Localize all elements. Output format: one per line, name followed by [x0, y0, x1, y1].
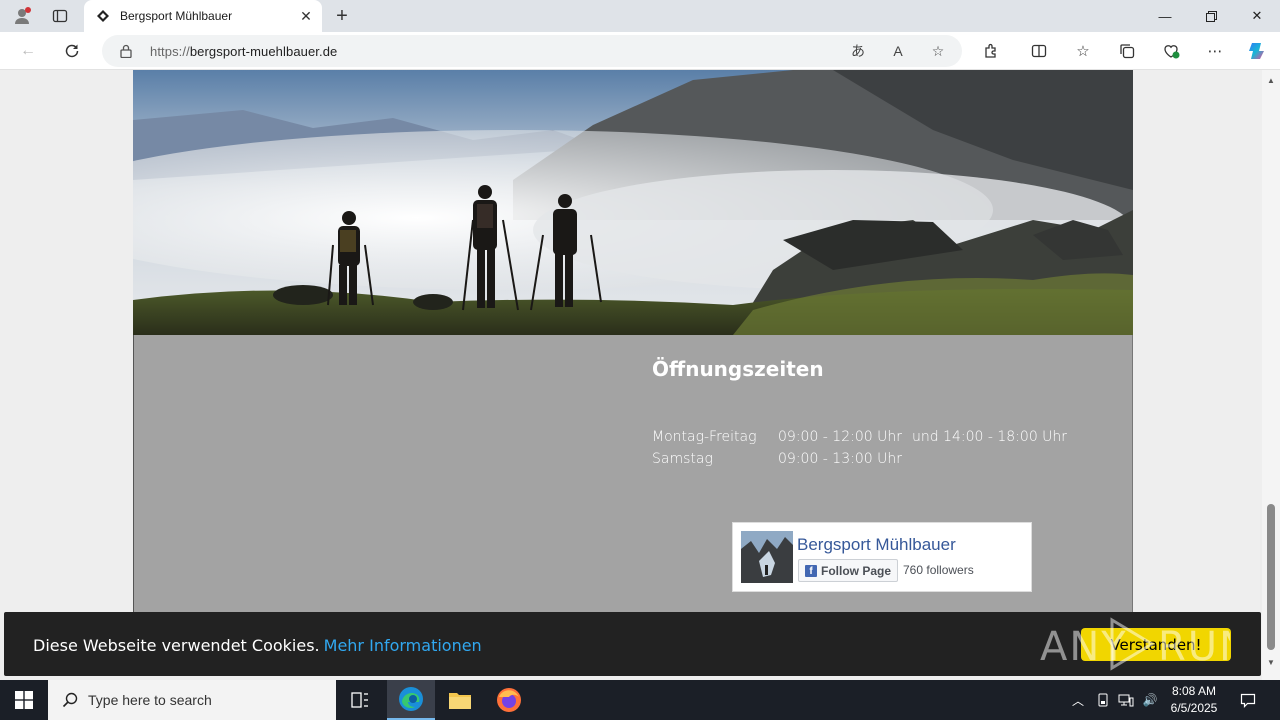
more-menu-icon[interactable]: ⋯: [1202, 38, 1228, 64]
volume-icon[interactable]: 🔊: [1140, 690, 1160, 710]
more-info-link[interactable]: Mehr Informationen: [324, 636, 482, 655]
taskbar-search-box[interactable]: Type here to search: [48, 680, 336, 720]
follower-count: 760 followers: [903, 563, 974, 577]
url-text: https://bergsport-muehlbauer.de: [150, 43, 338, 59]
firefox-icon[interactable]: [485, 680, 533, 720]
extensions-icon[interactable]: [978, 38, 1004, 64]
hours-day: Montag-Freitag: [652, 429, 757, 445]
tab-bar: Bergsport Mühlbauer ✕ + — ✕: [0, 0, 1280, 32]
windows-logo-icon: [15, 691, 33, 709]
close-window-icon[interactable]: ✕: [1234, 0, 1280, 32]
nav-bar: ← https://bergsport-muehlbauer.de あ A ☆ …: [0, 32, 1280, 70]
file-explorer-icon[interactable]: [436, 680, 484, 720]
facebook-page-thumbnail[interactable]: [741, 531, 793, 583]
restore-icon[interactable]: [1188, 0, 1234, 32]
cookie-message: Diese Webseite verwendet Cookies. Mehr In…: [33, 636, 482, 655]
accept-cookies-button[interactable]: Verstanden!: [1081, 628, 1231, 661]
windows-taskbar: Type here to search ︿ 🔊 8:08 AM 6/5/2025: [0, 680, 1280, 720]
hours-day: Samstag: [652, 451, 713, 467]
minimize-icon[interactable]: —: [1142, 0, 1188, 32]
back-icon[interactable]: ←: [14, 38, 42, 64]
start-button[interactable]: [0, 680, 48, 720]
search-icon: [60, 692, 80, 708]
facebook-page-widget: Bergsport Mühlbauer f Follow Page 760 fo…: [732, 522, 1032, 592]
device-icon[interactable]: [1093, 690, 1113, 710]
edge-taskbar-icon[interactable]: [387, 680, 435, 720]
hours-extra: und 14:00 - 18:00 Uhr: [912, 429, 1068, 445]
split-screen-icon[interactable]: [1026, 38, 1052, 64]
tab-title: Bergsport Mühlbauer: [120, 9, 233, 23]
read-aloud-icon[interactable]: A: [886, 39, 910, 63]
address-bar[interactable]: https://bergsport-muehlbauer.de あ A ☆: [102, 35, 962, 67]
task-view-icon[interactable]: [336, 680, 384, 720]
copilot-icon[interactable]: [1244, 38, 1270, 64]
follow-page-label: Follow Page: [821, 563, 892, 578]
active-tab[interactable]: Bergsport Mühlbauer ✕: [84, 0, 322, 32]
translate-icon[interactable]: あ: [846, 39, 870, 63]
network-icon[interactable]: [1116, 690, 1136, 710]
opening-hours-title: Öffnungszeiten: [652, 357, 824, 381]
tab-actions-icon[interactable]: [48, 4, 72, 28]
profile-icon[interactable]: [10, 4, 34, 28]
search-placeholder: Type here to search: [88, 692, 212, 708]
clock-time: 8:08 AM: [1171, 684, 1217, 698]
facebook-icon: f: [805, 564, 817, 577]
close-tab-icon[interactable]: ✕: [294, 4, 318, 28]
cookie-text: Diese Webseite verwendet Cookies.: [33, 636, 320, 655]
hero-image: [133, 70, 1133, 335]
taskbar-clock[interactable]: 8:08 AM 6/5/2025: [1162, 683, 1226, 717]
page-viewport: Öffnungszeiten Montag-Freitag 09:00 - 12…: [0, 70, 1262, 680]
lock-icon[interactable]: [118, 44, 134, 58]
notifications-icon[interactable]: [1238, 690, 1258, 710]
clock-date: 6/5/2025: [1170, 701, 1218, 715]
scroll-down-arrow-icon[interactable]: ▼: [1266, 658, 1276, 667]
content-section: Öffnungszeiten Montag-Freitag 09:00 - 12…: [133, 335, 1133, 615]
scroll-thumb[interactable]: [1267, 504, 1275, 650]
favorite-star-icon[interactable]: ☆: [926, 39, 950, 63]
refresh-icon[interactable]: [58, 38, 86, 64]
hours-row-saturday: Samstag 09:00 - 13:00 Uhr: [652, 451, 912, 467]
scroll-up-arrow-icon[interactable]: ▲: [1266, 76, 1276, 85]
hours-row-weekdays: Montag-Freitag 09:00 - 12:00 Uhr und 14:…: [652, 429, 1067, 445]
new-tab-icon[interactable]: +: [330, 4, 354, 28]
cookie-banner: Diese Webseite verwendet Cookies. Mehr In…: [4, 612, 1261, 676]
site-favicon: [97, 10, 109, 22]
show-hidden-icons-icon[interactable]: ︿: [1068, 690, 1088, 710]
collections-icon[interactable]: [1114, 38, 1140, 64]
browser-essentials-icon[interactable]: [1158, 38, 1184, 64]
page-scrollbar[interactable]: ▲ ▼: [1262, 70, 1280, 680]
hours-time: 09:00 - 12:00 Uhr: [778, 429, 902, 445]
favorites-icon[interactable]: ☆: [1070, 38, 1096, 64]
facebook-page-name[interactable]: Bergsport Mühlbauer: [797, 535, 956, 555]
follow-page-button[interactable]: f Follow Page: [798, 559, 899, 582]
hours-time: 09:00 - 13:00 Uhr: [778, 451, 902, 467]
